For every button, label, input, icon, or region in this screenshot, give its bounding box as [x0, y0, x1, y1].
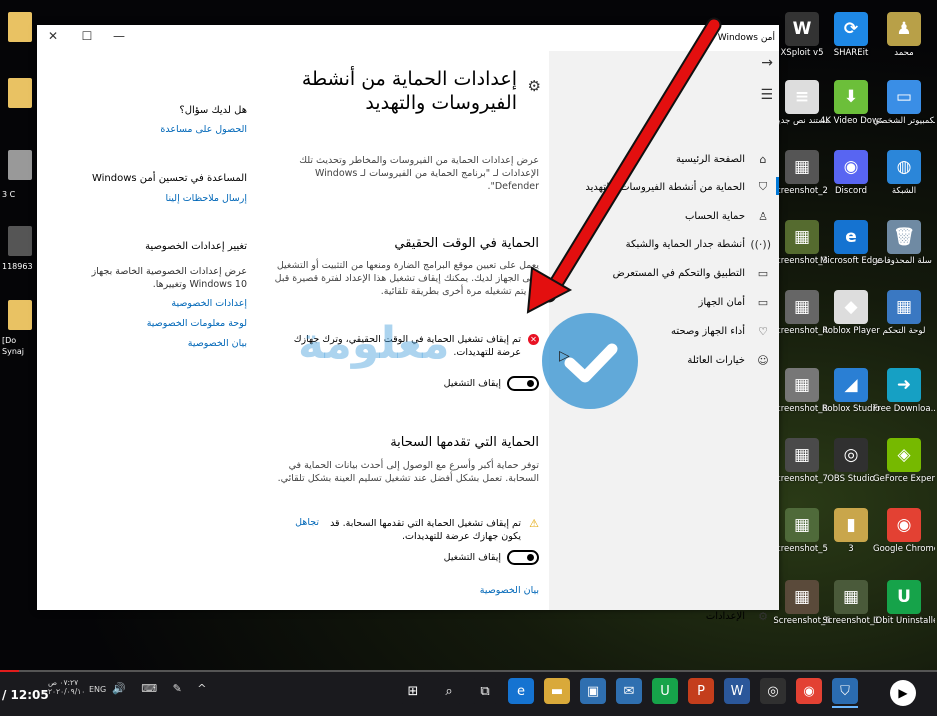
- start-taskbar-icon[interactable]: ⊞: [400, 678, 426, 704]
- search-taskbar-icon[interactable]: ⌕: [436, 678, 462, 704]
- system-tray-icons[interactable]: 🔊 ⌨ ✎ ^: [112, 682, 213, 695]
- task-view-taskbar-icon[interactable]: ⧉: [472, 678, 498, 704]
- mail-taskbar-icon[interactable]: ✉: [616, 678, 642, 704]
- chrome-taskbar-icon[interactable]: ◉: [796, 678, 822, 704]
- video-time: / 12:05: [2, 688, 49, 702]
- word-taskbar-icon[interactable]: W: [724, 678, 750, 704]
- file-explorer-taskbar-icon[interactable]: ▬: [544, 678, 570, 704]
- play-icon[interactable]: ▶: [890, 680, 916, 706]
- clock-time: ٠٧:٢٧ ص: [48, 678, 79, 687]
- active-app-indicator: [832, 706, 858, 708]
- store-taskbar-icon[interactable]: ▣: [580, 678, 606, 704]
- obs-taskbar-icon[interactable]: ◎: [760, 678, 786, 704]
- red-arrow-annotation: [526, 17, 722, 314]
- clock[interactable]: ٠٧:٢٧ ص ٢٠٢٠/٠٩/١٠: [48, 678, 85, 696]
- security-taskbar-icon[interactable]: ⛉: [832, 678, 858, 704]
- taskbar: / 12:05 ٠٧:٢٧ ص ٢٠٢٠/٠٩/١٠ ENG 🔊 ⌨ ✎ ^ ⊞…: [0, 672, 937, 716]
- powerpoint-taskbar-icon[interactable]: P: [688, 678, 714, 704]
- clock-date: ٢٠٢٠/٠٩/١٠: [48, 687, 86, 696]
- language-indicator[interactable]: ENG: [89, 685, 106, 694]
- edge-taskbar-icon[interactable]: e: [508, 678, 534, 704]
- iobit-taskbar-icon[interactable]: U: [652, 678, 678, 704]
